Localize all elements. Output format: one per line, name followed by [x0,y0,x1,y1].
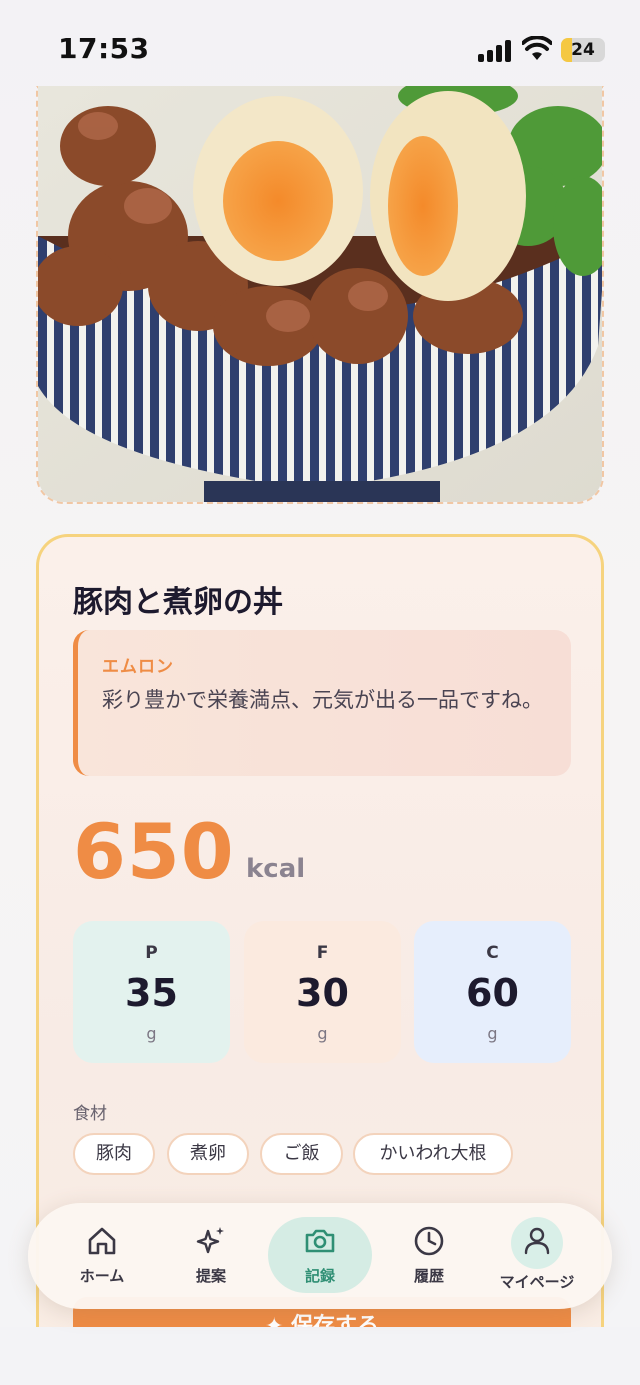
wifi-icon [522,36,552,60]
battery-icon: 24 [561,38,605,62]
calorie-value: 650 [73,807,235,896]
battery-level: 24 [571,40,595,60]
bottom-area [0,1327,640,1385]
ingredients-label: 食材 [73,1104,107,1124]
sparkle-icon [196,1227,224,1254]
ingredient-chip[interactable]: 煮卵 [167,1133,249,1175]
nav-label: ホーム [79,1267,125,1285]
macro-carbs: C 60 g [414,921,571,1063]
bottom-nav: ホーム 提案 記録 履歴 マイページ [28,1203,612,1309]
clock-icon [414,1226,444,1256]
ingredient-chip[interactable]: かいわれ大根 [353,1133,513,1175]
food-photo-icon [38,86,602,502]
nav-item-home[interactable]: ホーム [50,1203,154,1309]
meal-photo[interactable] [36,86,604,504]
nav-item-history[interactable]: 履歴 [377,1203,481,1309]
macro-grid: P 35 g F 30 g C 60 g [73,921,571,1063]
macro-value: 60 [466,971,519,1015]
macro-key: C [486,943,499,963]
ai-comment: エムロン 彩り豊かで栄養満点、元気が出る一品ですね。 [73,630,571,776]
macro-unit: g [487,1024,498,1043]
camera-icon [305,1229,335,1253]
comment-author: エムロン [102,657,174,677]
macro-value: 35 [125,971,178,1015]
calorie-unit: kcal [246,854,306,884]
comment-text: 彩り豊かで栄養満点、元気が出る一品ですね。 [102,688,543,712]
status-time: 17:53 [58,32,150,65]
macro-protein: P 35 g [73,921,230,1063]
nav-item-suggest[interactable]: 提案 [159,1203,263,1309]
macro-unit: g [317,1024,328,1043]
macro-unit: g [146,1024,157,1043]
nav-item-record[interactable]: 記録 [268,1203,372,1309]
ingredient-chip[interactable]: 豚肉 [73,1133,155,1175]
signal-icon [478,40,512,62]
macro-value: 30 [296,971,349,1015]
home-icon [88,1227,116,1255]
nav-label: マイページ [499,1273,575,1291]
macro-key: F [316,943,329,963]
dish-title: 豚肉と煮卵の丼 [73,585,283,620]
nav-label: 記録 [304,1267,335,1285]
nav-label: 提案 [195,1267,226,1285]
status-bar: 17:53 24 [0,0,640,90]
nav-item-mypage[interactable]: マイページ [486,1203,612,1309]
macro-key: P [145,943,158,963]
ingredient-chip[interactable]: ご飯 [260,1133,343,1175]
nav-label: 履歴 [413,1267,444,1285]
macro-fat: F 30 g [244,921,401,1063]
user-icon [524,1227,550,1255]
